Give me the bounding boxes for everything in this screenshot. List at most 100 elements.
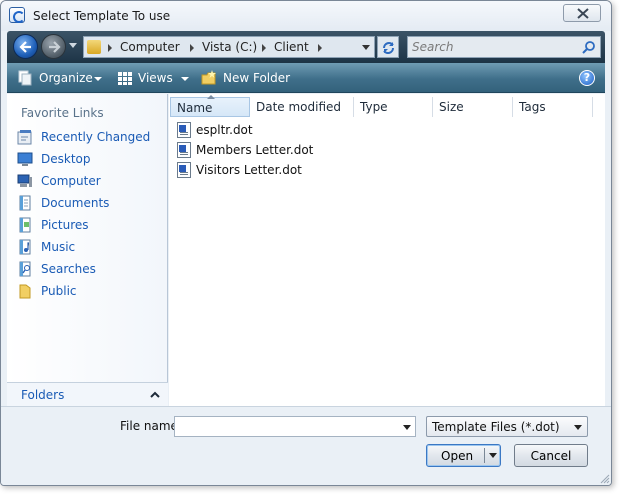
sidebar-item-recently-changed[interactable]: Recently Changed: [17, 127, 162, 147]
sidebar-item-desktop[interactable]: Desktop: [17, 149, 162, 169]
app-icon: [9, 7, 25, 23]
views-icon: [118, 72, 132, 85]
sidebar-item-searches[interactable]: Searches: [17, 259, 162, 279]
close-button[interactable]: [563, 4, 601, 22]
sort-ascending-icon: [207, 95, 215, 99]
sidebar-item-label: Documents: [41, 196, 110, 210]
music-icon: [19, 239, 31, 255]
cancel-button[interactable]: Cancel: [514, 444, 588, 467]
search-box[interactable]: [407, 36, 601, 58]
new-folder-button[interactable]: New Folder: [223, 71, 290, 85]
searches-icon: [19, 261, 31, 277]
breadcrumb-client[interactable]: Client: [274, 40, 309, 54]
column-header-size[interactable]: Size: [433, 97, 513, 117]
folders-toggle[interactable]: Folders: [7, 382, 168, 406]
documents-icon: [19, 195, 31, 211]
column-header-tags[interactable]: Tags: [513, 97, 593, 117]
forward-button[interactable]: [41, 34, 66, 59]
organize-dropdown-icon[interactable]: [94, 77, 102, 81]
file-name-input[interactable]: [175, 417, 395, 436]
search-icon[interactable]: [582, 40, 596, 54]
sidebar-item-label: Desktop: [41, 152, 91, 166]
public-folder-icon: [19, 284, 31, 299]
split-divider: [484, 448, 485, 463]
file-row[interactable]: Members Letter.dot: [177, 141, 377, 159]
sidebar-item-documents[interactable]: Documents: [17, 193, 162, 213]
breadcrumb-separator-icon[interactable]: [190, 44, 194, 52]
desktop-icon: [17, 152, 33, 166]
file-type-filter[interactable]: Template Files (*.dot): [426, 416, 588, 437]
refresh-icon: [383, 42, 394, 54]
organize-menu[interactable]: Organize: [39, 71, 93, 85]
command-toolbar: Organize Views New Folder ?: [7, 63, 605, 93]
file-type-filter-value: Template Files (*.dot): [432, 420, 560, 434]
resize-grip-icon[interactable]: [600, 474, 610, 484]
navigation-bar: Computer Vista (C:) Client: [7, 31, 605, 63]
close-icon: [577, 8, 589, 19]
open-options-dropdown-icon[interactable]: [489, 453, 497, 458]
folder-icon: [87, 40, 101, 54]
file-row[interactable]: Visitors Letter.dot: [177, 161, 377, 179]
file-name: Members Letter.dot: [196, 143, 314, 157]
dialog-footer: File name: Template Files (*.dot) Open C…: [1, 406, 611, 485]
breadcrumb-separator-icon[interactable]: [318, 44, 322, 52]
column-header-name[interactable]: Name: [170, 95, 250, 117]
breadcrumb-separator-icon[interactable]: [262, 44, 266, 52]
sidebar-item-label: Recently Changed: [41, 130, 151, 144]
file-name: Visitors Letter.dot: [196, 163, 302, 177]
recent-pages-dropdown-icon[interactable]: [69, 43, 77, 49]
title-bar: Select Template To use: [1, 1, 611, 31]
sidebar-item-label: Music: [41, 240, 76, 254]
file-row[interactable]: espltr.dot: [177, 121, 377, 139]
column-header-label: Tags: [519, 100, 546, 114]
word-template-icon: [177, 162, 191, 178]
sidebar-item-public[interactable]: Public: [17, 281, 162, 301]
folders-label: Folders: [21, 388, 65, 402]
column-header-type[interactable]: Type: [354, 97, 433, 117]
forward-arrow-icon: [49, 41, 61, 53]
open-button-label: Open: [441, 449, 474, 463]
sidebar-item-label: Public: [41, 284, 77, 298]
chevron-up-icon[interactable]: [150, 391, 160, 398]
address-dropdown-icon[interactable]: [362, 45, 370, 50]
column-header-label: Name: [177, 101, 213, 115]
sidebar-item-computer[interactable]: Computer: [17, 171, 162, 191]
back-arrow-icon: [19, 41, 31, 53]
new-folder-icon: [201, 70, 216, 85]
sidebar-item-pictures[interactable]: Pictures: [17, 215, 162, 235]
column-header-label: Size: [439, 100, 464, 114]
pictures-icon: [19, 217, 31, 233]
sidebar-item-music[interactable]: Music: [17, 237, 162, 257]
back-button[interactable]: [13, 34, 38, 59]
chevron-down-icon: [574, 425, 582, 430]
file-list: Name Date modified Type Size Tags espltr…: [169, 94, 605, 406]
sidebar-item-label: Searches: [41, 262, 96, 276]
column-header-label: Date modified: [256, 100, 342, 114]
word-template-icon: [177, 142, 191, 158]
sidebar-item-label: Computer: [41, 174, 101, 188]
address-bar[interactable]: Computer Vista (C:) Client: [83, 36, 375, 58]
breadcrumb-computer[interactable]: Computer: [120, 40, 180, 54]
refresh-button[interactable]: [377, 36, 399, 58]
column-header-date-modified[interactable]: Date modified: [250, 97, 354, 117]
favorite-links-heading: Favorite Links: [21, 106, 104, 120]
views-menu[interactable]: Views: [138, 71, 173, 85]
dialog-window: Select Template To use Computer Vista (C…: [0, 0, 612, 486]
computer-icon: [17, 174, 32, 187]
sidebar-item-label: Pictures: [41, 218, 89, 232]
file-name-combobox[interactable]: [174, 416, 416, 437]
breadcrumb-separator-icon[interactable]: [108, 44, 112, 52]
favorite-links-pane: Favorite Links Recently Changed Desktop …: [7, 94, 168, 404]
window-title: Select Template To use: [33, 9, 171, 23]
views-dropdown-icon[interactable]: [181, 77, 189, 81]
recently-changed-icon: [17, 130, 32, 145]
chevron-down-icon[interactable]: [403, 425, 411, 430]
organize-icon: [18, 70, 32, 86]
help-button[interactable]: ?: [579, 70, 595, 86]
column-header-label: Type: [360, 100, 388, 114]
breadcrumb-vista-drive[interactable]: Vista (C:): [202, 40, 257, 54]
word-template-icon: [177, 122, 191, 138]
open-button[interactable]: Open: [426, 444, 501, 467]
file-name-label: File name:: [120, 419, 182, 433]
search-input[interactable]: [408, 37, 578, 57]
